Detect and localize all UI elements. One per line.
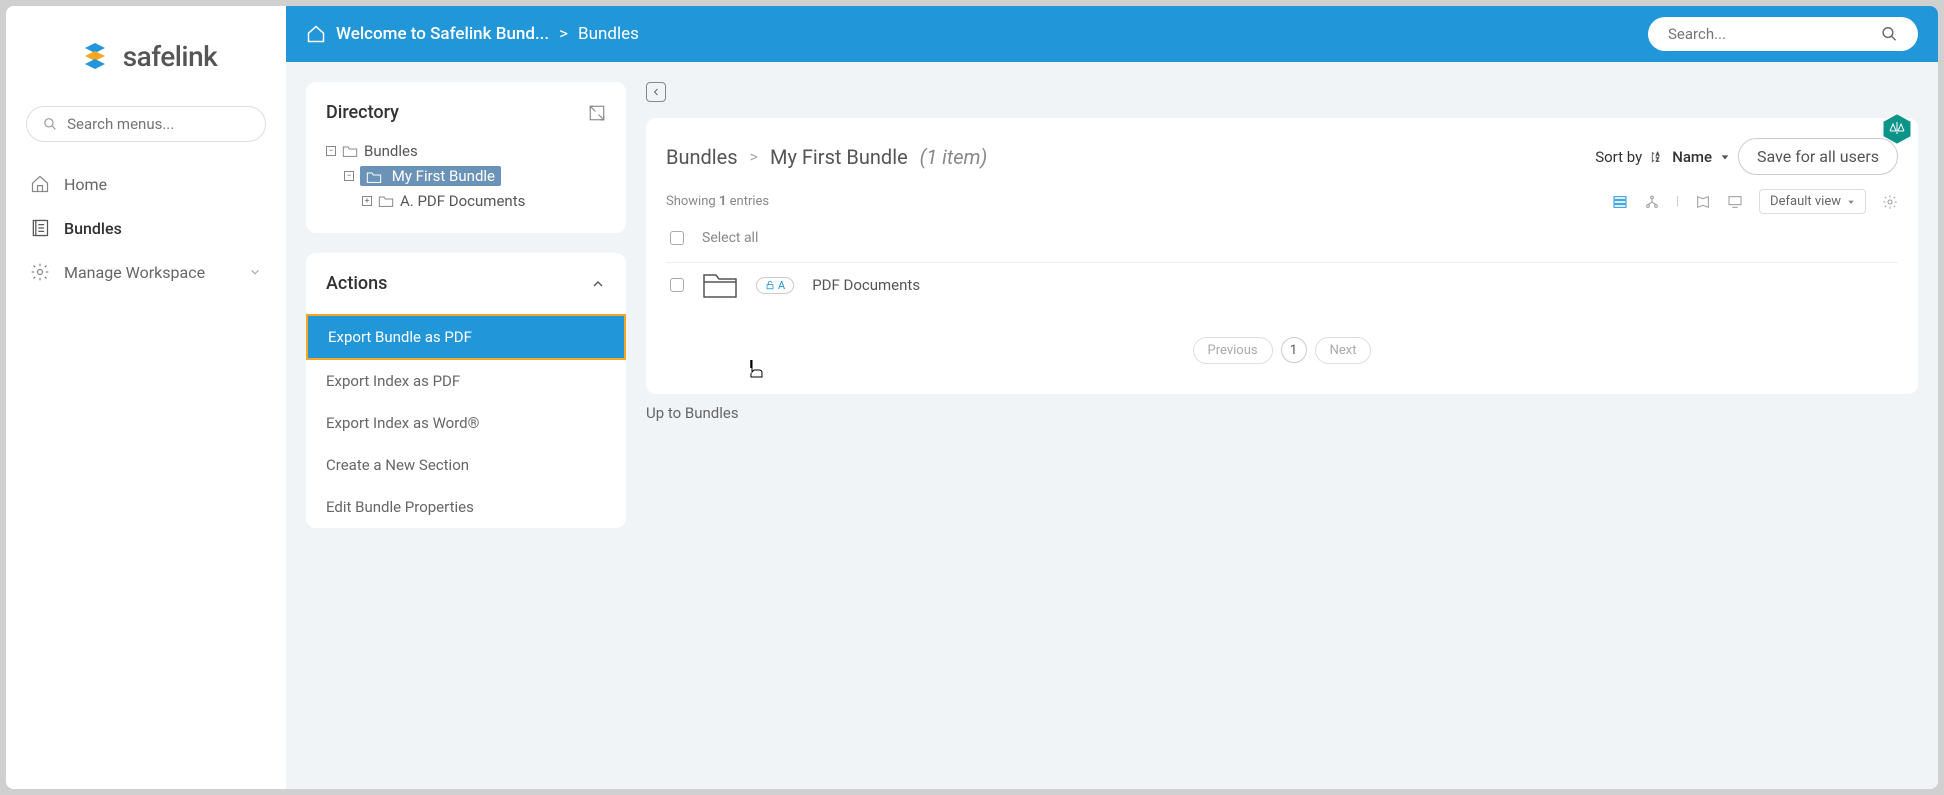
actions-title: Actions [326,273,387,294]
svg-text:Z: Z [1656,157,1659,163]
chevron-down-icon [248,265,262,279]
up-to-bundles-link[interactable]: Up to Bundles [646,404,1918,422]
action-export-bundle-pdf[interactable]: Export Bundle as PDF [306,314,626,360]
sidebar: safelink Home Bundles Manage Works [6,6,286,789]
sidebar-search[interactable] [26,106,266,142]
content-crumb-current: My First Bundle [770,145,908,169]
action-edit-properties[interactable]: Edit Bundle Properties [306,486,626,528]
bundles-icon [30,218,50,238]
caret-down-icon[interactable] [1720,152,1730,162]
folder-icon [702,271,738,299]
nav-manage-label: Manage Workspace [64,263,205,282]
showing-text: Showing 1 entries [666,194,769,209]
select-all-checkbox[interactable] [670,231,684,245]
logo-text: safelink [123,40,218,73]
directory-tree: − Bundles − My First Bundle [326,139,606,213]
select-all-label[interactable]: Select all [702,230,758,246]
tree-toggle-icon[interactable]: − [344,171,354,181]
collapse-panel-button[interactable] [646,82,666,102]
logo: safelink [6,26,286,106]
sort-value[interactable]: Name [1672,148,1712,166]
tree-label: Bundles [364,142,418,160]
directory-card: Directory − Bundles − [306,82,626,233]
separator: | [1676,194,1679,209]
sort-icon[interactable]: AZ [1650,150,1664,164]
search-icon [43,116,57,132]
page-number[interactable]: 1 [1281,337,1307,363]
topbar: Welcome to Safelink Bund... > Bundles [286,6,1938,62]
prev-button[interactable]: Previous [1193,337,1273,364]
pagination: Previous 1 Next [666,337,1898,364]
nav-home[interactable]: Home [6,162,286,206]
monitor-icon[interactable] [1727,194,1743,210]
crumb-sep: > [750,147,758,166]
folder-icon [366,170,382,184]
tree-label: My First Bundle [392,167,495,185]
folder-icon [342,144,358,158]
search-icon [1881,25,1898,43]
lock-badge: A [756,277,794,294]
top-search-input[interactable] [1668,25,1881,43]
nav-bundles[interactable]: Bundles [6,206,286,250]
tree-toggle-icon[interactable]: − [326,146,336,156]
logo-icon [75,36,115,76]
tree-item-bundles[interactable]: − Bundles [326,139,606,163]
tree-label: A. PDF Documents [400,192,525,210]
hierarchy-icon[interactable] [1644,194,1660,210]
content-card: Bundles > My First Bundle (1 item) Sort … [646,118,1918,394]
home-icon [30,174,50,194]
breadcrumb: Welcome to Safelink Bund... > Bundles [306,24,639,44]
directory-title: Directory [326,102,399,123]
tree-toggle-icon[interactable]: + [362,196,372,206]
chevron-left-icon [650,86,662,98]
action-export-index-word[interactable]: Export Index as Word® [306,402,626,444]
breadcrumb-item[interactable]: Bundles [578,24,639,44]
book-icon[interactable] [1695,194,1711,210]
sort-label: Sort by [1595,148,1642,166]
item-name[interactable]: PDF Documents [812,276,920,294]
folder-icon [378,194,394,208]
list-view-icon[interactable] [1612,194,1628,210]
svg-text:A: A [1656,151,1660,157]
gear-icon [30,262,50,282]
tree-item-my-first-bundle[interactable]: − My First Bundle [326,163,606,189]
action-export-index-pdf[interactable]: Export Index as PDF [306,360,626,402]
breadcrumb-sep: > [559,24,568,44]
sidebar-search-input[interactable] [67,115,249,133]
item-checkbox[interactable] [670,278,684,292]
breadcrumb-item[interactable]: Welcome to Safelink Bund... [336,24,549,44]
content-crumb-root[interactable]: Bundles [666,145,738,169]
gear-icon[interactable] [1882,194,1898,210]
actions-card: Actions Export Bundle as PDF Export Inde… [306,253,626,528]
item-count: (1 item) [920,145,988,169]
scales-badge[interactable] [1882,114,1912,144]
caret-down-icon [1847,198,1855,206]
left-panel: Directory − Bundles − [306,82,626,769]
right-panel: Bundles > My First Bundle (1 item) Sort … [646,82,1918,769]
tree-item-pdf-documents[interactable]: + A. PDF Documents [326,189,606,213]
top-search[interactable] [1648,17,1918,51]
action-create-section[interactable]: Create a New Section [306,444,626,486]
nav-bundles-label: Bundles [64,219,122,238]
nav-home-label: Home [64,175,107,194]
main-area: Welcome to Safelink Bund... > Bundles Di… [286,6,1938,789]
expand-icon[interactable] [588,104,606,122]
next-button[interactable]: Next [1315,337,1372,364]
save-for-all-button[interactable]: Save for all users [1738,138,1898,175]
nav-manage-workspace[interactable]: Manage Workspace [6,250,286,294]
chevron-up-icon[interactable] [590,276,606,292]
list-item[interactable]: A PDF Documents [666,262,1898,307]
unlock-icon [765,280,775,290]
view-selector[interactable]: Default view [1759,189,1866,214]
home-icon[interactable] [306,24,326,44]
scales-icon [1882,114,1912,144]
